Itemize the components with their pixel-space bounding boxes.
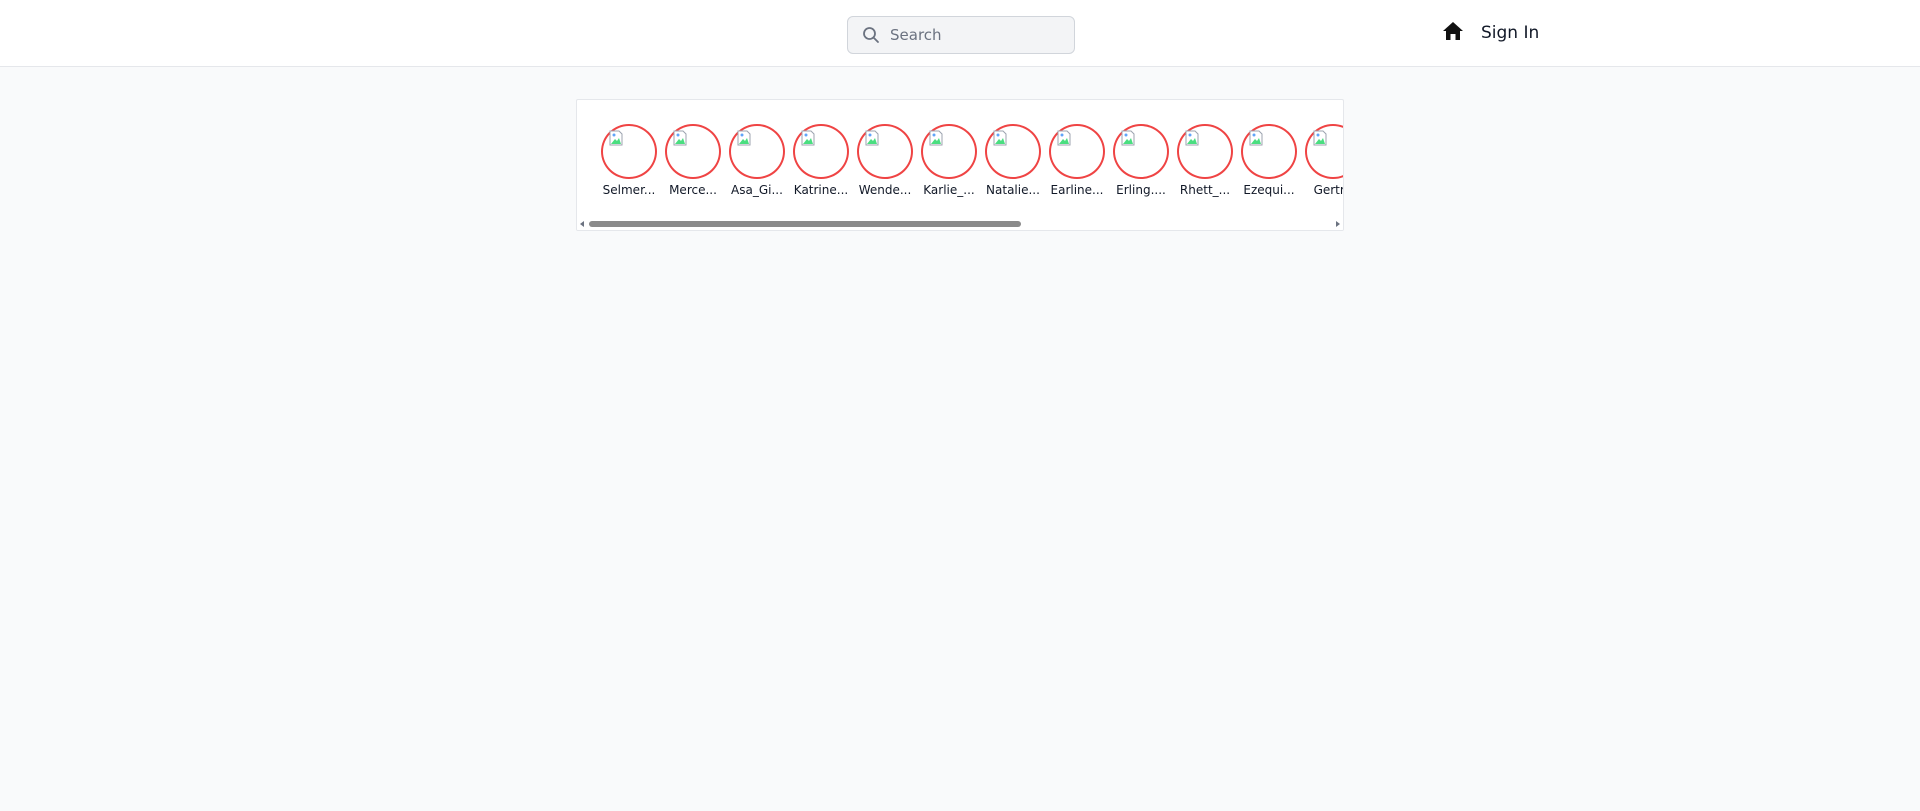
story-username: Merce... (669, 183, 717, 198)
story-avatar (793, 124, 849, 180)
scrollbar-thumb[interactable] (589, 221, 1021, 227)
story-avatar (665, 124, 721, 180)
broken-image-icon (865, 130, 879, 146)
story-item[interactable]: Selmer... (601, 124, 657, 198)
story-avatar (1305, 124, 1343, 180)
broken-image-icon (993, 130, 1007, 146)
story-item[interactable]: Karlie_... (921, 124, 977, 198)
sign-in-link[interactable]: Sign In (1481, 22, 1539, 44)
story-username: Erling.... (1116, 183, 1166, 198)
story-avatar (1049, 124, 1105, 180)
story-username: Asa_Gi... (731, 183, 783, 198)
broken-image-icon (1185, 130, 1199, 146)
search-box[interactable] (847, 16, 1075, 54)
home-button[interactable] (1440, 20, 1466, 46)
story-item[interactable]: Merce... (665, 124, 721, 198)
story-username: Wende... (858, 183, 912, 198)
story-avatar (601, 124, 657, 180)
story-username: Gertru (1313, 183, 1343, 198)
broken-image-icon (929, 130, 943, 146)
broken-image-icon (1057, 130, 1071, 146)
story-username: Katrine... (793, 183, 849, 198)
story-avatar (1241, 124, 1297, 180)
broken-image-icon (609, 130, 623, 146)
story-item[interactable]: Wende... (857, 124, 913, 198)
story-username: Karlie_... (923, 183, 975, 198)
story-avatar (857, 124, 913, 180)
story-avatar (1177, 124, 1233, 180)
story-item[interactable]: Katrine... (793, 124, 849, 198)
story-item[interactable]: Natalie... (985, 124, 1041, 198)
stories-track: Selmer... Merce... Asa_Gi... Katrine... … (601, 124, 1343, 198)
story-item[interactable]: Erling.... (1113, 124, 1169, 198)
broken-image-icon (1313, 130, 1327, 146)
story-username: Natalie... (986, 183, 1040, 198)
broken-image-icon (1249, 130, 1263, 146)
broken-image-icon (1121, 130, 1135, 146)
search-icon (861, 25, 881, 45)
scroll-left-arrow-icon[interactable] (580, 221, 584, 227)
top-navigation-bar: Sign In (0, 0, 1920, 67)
stories-carousel: Selmer... Merce... Asa_Gi... Katrine... … (576, 99, 1344, 231)
search-input[interactable] (890, 18, 1060, 52)
story-item[interactable]: Ezequi... (1241, 124, 1297, 198)
story-username: Selmer... (602, 183, 656, 198)
story-avatar (729, 124, 785, 180)
broken-image-icon (801, 130, 815, 146)
horizontal-scrollbar[interactable] (577, 218, 1343, 230)
broken-image-icon (673, 130, 687, 146)
home-icon (1442, 21, 1464, 45)
story-avatar (985, 124, 1041, 180)
story-username: Earline... (1050, 183, 1104, 198)
story-item[interactable]: Asa_Gi... (729, 124, 785, 198)
story-item[interactable]: Rhett_... (1177, 124, 1233, 198)
story-item[interactable]: Gertru (1305, 124, 1343, 198)
story-username: Ezequi... (1243, 183, 1295, 198)
story-item[interactable]: Earline... (1049, 124, 1105, 198)
story-avatar (921, 124, 977, 180)
broken-image-icon (737, 130, 751, 146)
scroll-right-arrow-icon[interactable] (1336, 221, 1340, 227)
story-username: Rhett_... (1179, 183, 1231, 198)
story-avatar (1113, 124, 1169, 180)
